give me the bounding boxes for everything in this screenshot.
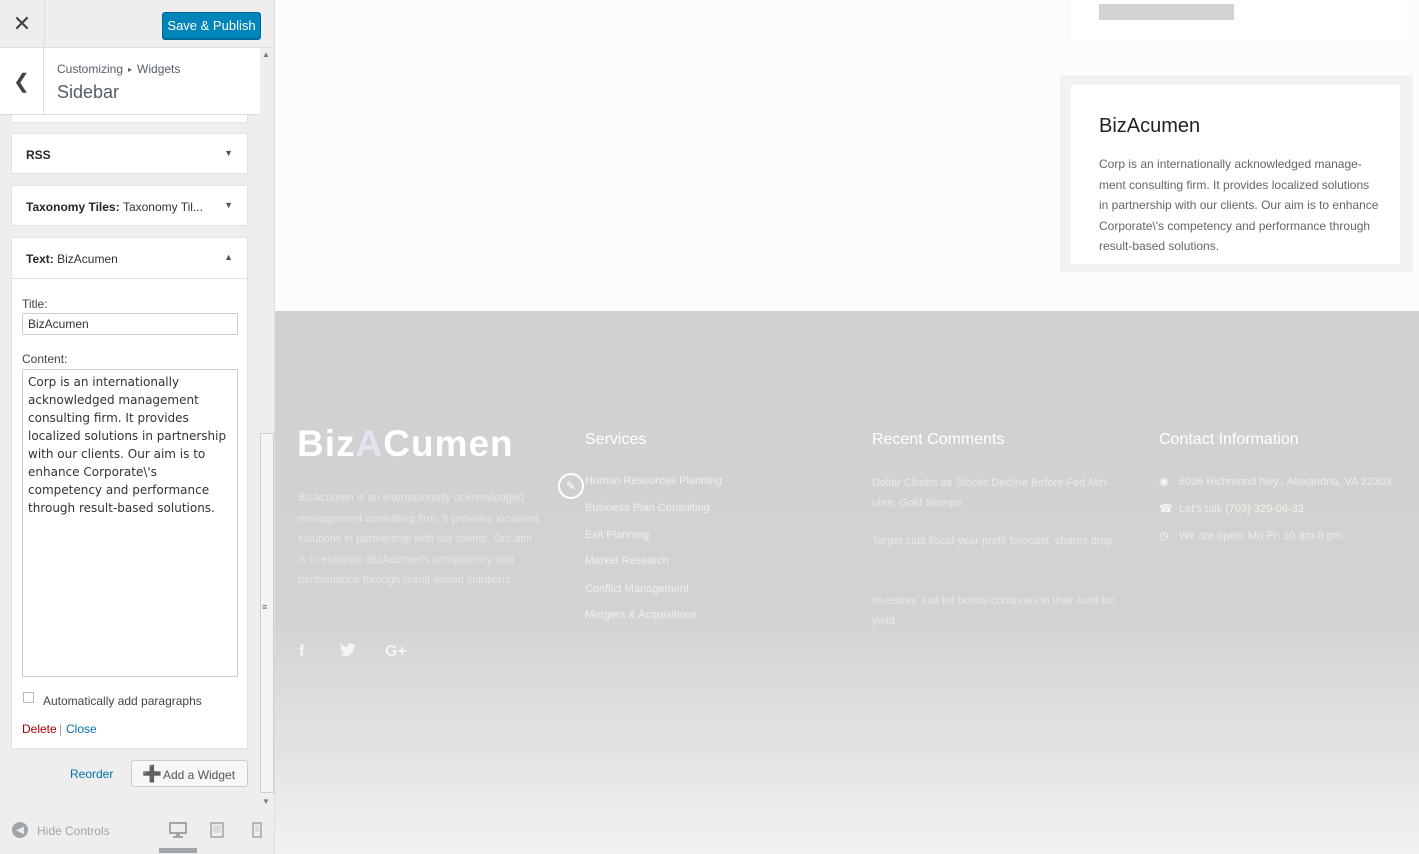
active-device-indicator (159, 848, 197, 853)
widget-rss[interactable]: RSS ▼ (11, 133, 248, 174)
reorder-link[interactable]: Reorder (70, 767, 113, 781)
widget-preview-text: Corp is an internationally acknowledged … (1099, 157, 1379, 253)
plus-icon: ➕ (142, 766, 162, 783)
recent-comment-link[interactable]: Investors' lust for bonds continues in t… (872, 591, 1117, 631)
link-separator: | (59, 722, 63, 736)
widget-instance-title: Taxonomy Til... (122, 200, 203, 214)
scroll-down-icon[interactable]: ▼ (262, 797, 270, 806)
clock-icon: ◷ (1159, 530, 1169, 542)
close-link[interactable]: Close (66, 722, 97, 736)
section-title: Sidebar (57, 82, 120, 102)
section-header: ❮ Customizing ▸ Widgets Sidebar (0, 48, 260, 115)
hours-text: We are open: Mn-Fr: 10 am-8 pm (1179, 530, 1343, 542)
hide-controls-button[interactable]: Hide Controls (37, 824, 110, 838)
facebook-icon[interactable]: f (299, 643, 304, 661)
recent-comments-heading: Recent Comments (872, 431, 1005, 448)
scrollbar-thumb[interactable] (260, 433, 274, 793)
site-footer: BizACumen BizAcumen is an internationall… (275, 311, 1419, 854)
sidebar-text-widget-card: BizAcumen Corp is an internationally ack… (1071, 85, 1400, 264)
phone-number[interactable]: (703) 329-06-32 (1225, 503, 1304, 515)
phone-prefix: Let's talk (1179, 503, 1223, 515)
recent-comment-link[interactable]: Target cuts fiscal-year profit forecast,… (872, 531, 1117, 551)
add-widget-label: Add a Widget (163, 768, 236, 782)
contact-heading: Contact Information (1159, 431, 1299, 448)
logo-text: Cumen (383, 423, 514, 464)
logo-text: Biz (297, 423, 356, 464)
auto-paragraphs-label: Automatically add paragraphs (43, 694, 202, 708)
map-pin-icon: ◉ (1159, 476, 1169, 488)
service-link[interactable]: Exit Planning (585, 529, 649, 541)
widget-title: Taxonomy Tiles: Taxonomy Til... (26, 200, 203, 214)
sidebar-text-widget: BizAcumen Corp is an internationally ack… (1060, 75, 1413, 272)
widget-instance-title: BizAcumen (57, 252, 118, 266)
service-link[interactable]: Mergers & Acquisitions (585, 609, 697, 621)
widget-collapsed-previous[interactable] (11, 115, 248, 123)
close-customizer-button[interactable]: ✕ (0, 0, 45, 48)
chevron-left-icon: ❮ (13, 70, 30, 93)
service-link[interactable]: Human Resources Planning (585, 475, 722, 487)
google-plus-icon[interactable]: G+ (385, 643, 407, 661)
logo-accent: A (355, 423, 384, 464)
breadcrumb-parent: Customizing (57, 62, 124, 76)
content-textarea[interactable]: Corp is an internationally acknowledged … (22, 369, 238, 677)
widget-text-header[interactable]: Text: BizAcumen ▲ (12, 238, 247, 279)
twitter-icon[interactable] (339, 643, 357, 662)
services-heading: Services (585, 431, 647, 448)
site-preview: BizAcumen Corp is an internationally ack… (275, 0, 1419, 854)
mobile-preview-icon[interactable] (248, 822, 266, 838)
phone-icon: ☎ (1159, 503, 1173, 515)
widget-type: Taxonomy Tiles: (26, 200, 120, 214)
auto-paragraphs-checkbox[interactable] (23, 692, 34, 703)
desktop-preview-icon[interactable] (169, 822, 187, 838)
footer-controls: ◀ Hide Controls (0, 808, 274, 854)
scroll-grip-icon: ≡ (262, 602, 268, 612)
hide-controls-icon[interactable]: ◀ (12, 822, 28, 838)
service-link[interactable]: Conflict Management (585, 583, 689, 595)
recent-comment-link[interactable]: Dollar Climbs as Stocks Decline Before F… (872, 473, 1117, 513)
back-button[interactable]: ❮ (0, 48, 44, 114)
expand-arrow-icon[interactable]: ▼ (224, 148, 233, 158)
content-label: Content: (22, 352, 68, 366)
placeholder-bar (1099, 4, 1234, 20)
widget-title: RSS (26, 148, 51, 162)
customizer-header: ✕ Save & Publish (0, 0, 274, 48)
scroll-up-icon[interactable]: ▲ (262, 50, 270, 59)
delete-link[interactable]: Delete (22, 722, 57, 736)
breadcrumb-arrow-icon: ▸ (128, 65, 133, 74)
footer-about-text: BizAcumen is an internationally acknowle… (298, 492, 539, 586)
address-text: 6036 Richmond hwy., Alexandria, VA 22303 (1179, 476, 1392, 488)
site-logo[interactable]: BizACumen (297, 423, 514, 465)
title-input[interactable] (22, 313, 238, 335)
collapse-arrow-icon[interactable]: ▲ (224, 252, 233, 262)
widget-title: Text: BizAcumen (26, 252, 118, 266)
save-publish-button[interactable]: Save & Publish (162, 12, 261, 39)
copyright-text: © Copyright Theme Palace (297, 817, 430, 829)
tablet-preview-icon[interactable] (208, 822, 226, 838)
widget-taxonomy-tiles[interactable]: Taxonomy Tiles: Taxonomy Til... ▼ (11, 185, 248, 226)
service-link[interactable]: Market Research (585, 555, 669, 567)
add-widget-button[interactable]: ➕ Add a Widget (131, 760, 248, 787)
edit-shortcut-pencil-icon[interactable]: ✎ (558, 473, 584, 499)
widget-preview-title: BizAcumen (1099, 115, 1201, 137)
breadcrumb-child: Widgets (137, 62, 181, 76)
contact-hours: ◷ We are open: Mn-Fr: 10 am-8 pm (1159, 529, 1342, 542)
title-label: Title: (22, 297, 48, 311)
service-link[interactable]: Business Plan Consulting (585, 502, 710, 514)
widget-text-expanded: Text: BizAcumen ▲ Title: Content: Corp i… (11, 237, 248, 749)
customizer-panel: ✕ Save & Publish ❮ Customizing ▸ Widgets S… (0, 0, 275, 854)
expand-arrow-icon[interactable]: ▼ (224, 200, 233, 210)
breadcrumb: Customizing ▸ Widgets (57, 62, 180, 76)
widget-type: Text: (26, 252, 54, 266)
contact-address: ◉ 6036 Richmond hwy., Alexandria, VA 2230… (1159, 475, 1391, 488)
contact-phone: ☎ Let's talk (703) 329-06-32 (1159, 502, 1304, 515)
